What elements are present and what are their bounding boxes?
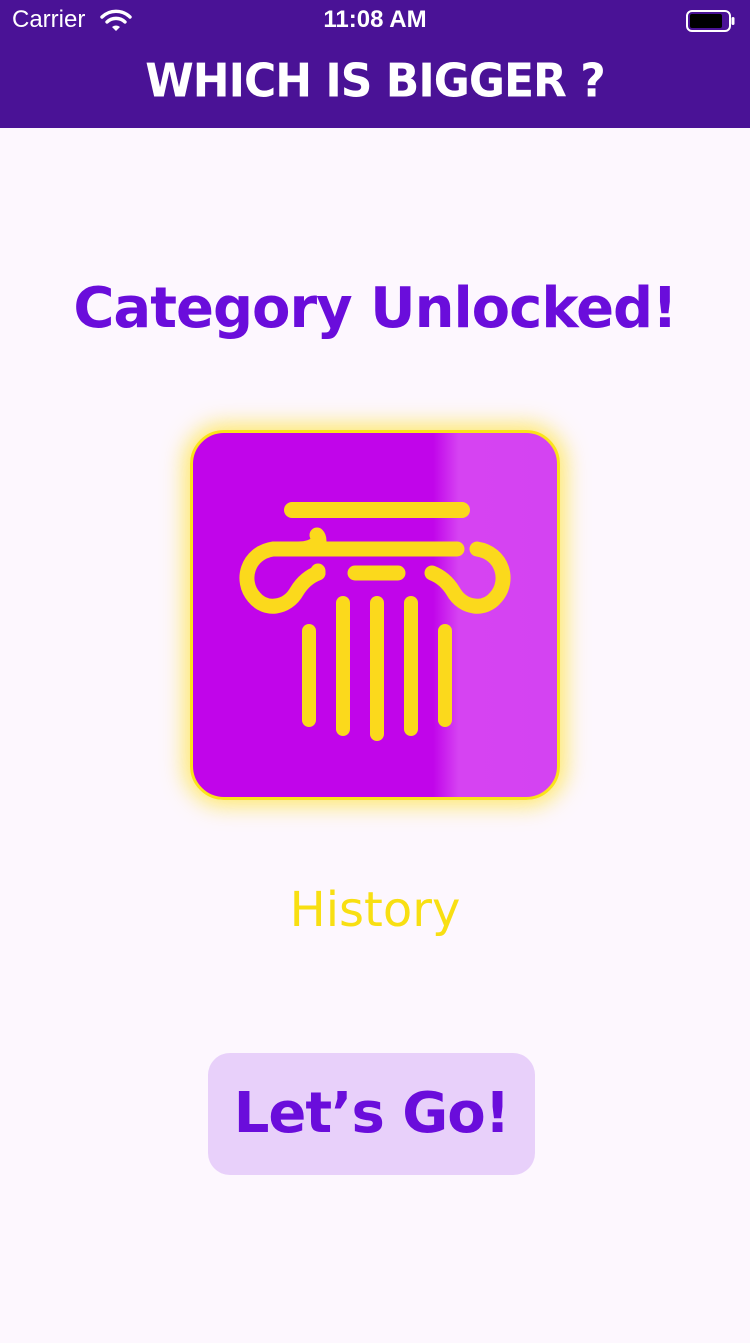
app-title: WHICH IS BIGGER ?: [145, 54, 605, 109]
category-unlocked-heading: Category Unlocked!: [73, 276, 677, 341]
status-bar: Carrier 11:08 AM: [0, 0, 750, 40]
battery-icon: [686, 10, 736, 32]
category-card: [190, 430, 560, 800]
column-icon: [239, 502, 511, 741]
lets-go-button[interactable]: Let’s Go!: [208, 1053, 535, 1175]
lets-go-label: Let’s Go!: [233, 1081, 511, 1146]
category-name: History: [289, 882, 461, 938]
status-time: 11:08 AM: [323, 6, 427, 33]
app-header: Carrier 11:08 AM WHICH IS BIGGER ?: [0, 0, 750, 128]
